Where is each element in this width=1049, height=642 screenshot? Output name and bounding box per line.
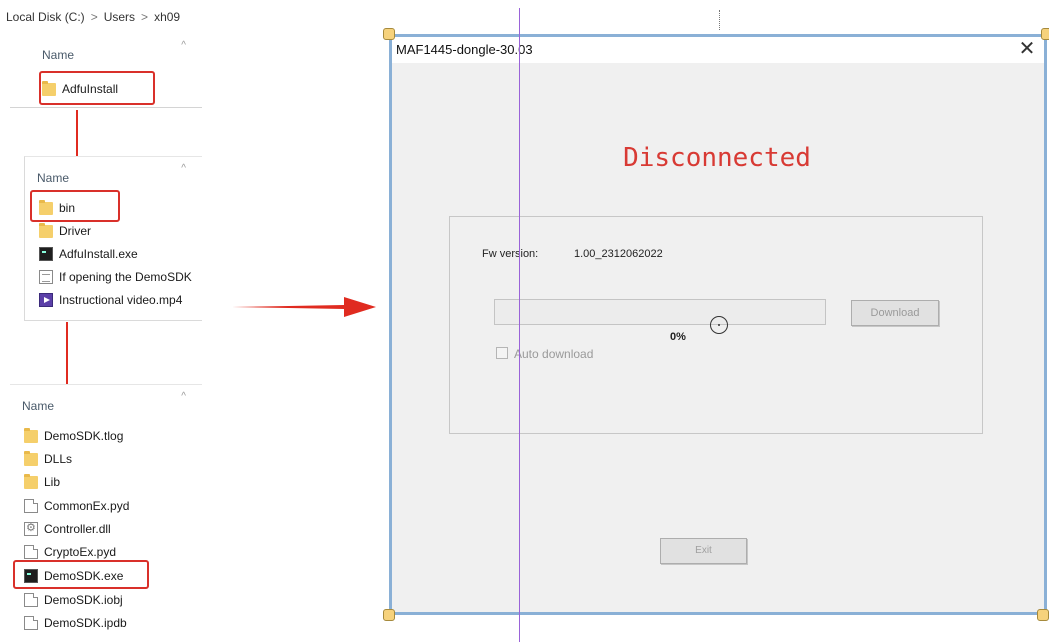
file-row-bin[interactable]: bin [39,197,75,219]
sort-ascending-icon: ^ [181,163,186,174]
folder-icon [39,199,53,215]
file-label: bin [59,201,76,215]
folder-icon [24,450,38,466]
file-label: Instructional video.mp4 [59,293,183,307]
breadcrumb-user[interactable]: xh09 [154,10,180,24]
file-row-commonex[interactable]: CommonEx.pyd [24,495,129,517]
download-progress-bar [494,299,826,325]
resize-handle-bottom-left[interactable] [383,609,395,621]
terminal-exe-icon [24,569,38,583]
dialog-titlebar[interactable]: MAF1445-dongle-30.03 ✕ [392,37,1044,63]
file-row-lib[interactable]: Lib [24,471,60,493]
breadcrumb-separator: > [90,10,98,24]
fw-version-label: Fw version: [482,248,539,260]
resize-handle-top-right[interactable] [1041,28,1049,40]
file-label: DLLs [44,452,73,466]
sort-ascending-icon: ^ [181,391,186,402]
auto-download-label[interactable]: Auto download [514,347,593,361]
file-label: Driver [59,224,91,238]
name-column-header[interactable]: Name ^ [10,34,202,62]
resize-handle-top-left[interactable] [383,28,395,40]
file-icon [24,616,38,630]
folder-icon [24,473,38,489]
file-label: AdfuInstall [62,82,119,96]
file-label: Lib [44,475,61,489]
snap-guide-dotted [719,10,720,30]
file-label: DemoSDK.exe [44,569,124,583]
text-file-icon [39,270,53,284]
file-row-driver[interactable]: Driver [39,220,91,242]
breadcrumb-users[interactable]: Users [104,10,135,24]
auto-download-checkbox[interactable] [496,347,508,359]
arrow-right-icon [232,297,376,317]
explorer-pane-root: Name ^ AdfuInstall [10,34,202,108]
dialog-title: MAF1445-dongle-30.03 [396,42,533,57]
file-row-adfuinstall[interactable]: AdfuInstall [42,78,118,100]
file-row-demosdk-iobj[interactable]: DemoSDK.iobj [24,589,123,611]
terminal-exe-icon [39,247,53,261]
file-row-controller-dll[interactable]: Controller.dll [24,518,111,540]
file-row-demosdk-exe[interactable]: DemoSDK.exe [24,565,123,587]
breadcrumb-separator: > [141,10,149,24]
dll-file-icon [24,521,38,536]
folder-icon [42,80,56,96]
mouse-cursor-icon [710,316,728,334]
folder-icon [39,222,53,238]
file-row-cryptoex[interactable]: CryptoEx.pyd [24,541,116,563]
file-row-demosdk-tlog[interactable]: DemoSDK.tlog [24,425,123,447]
sort-ascending-icon: ^ [181,40,186,51]
file-label: AdfuInstall.exe [59,247,138,261]
column-header-label: Name [37,171,70,185]
breadcrumb-drive[interactable]: Local Disk (C:) [6,10,85,24]
name-column-header[interactable]: Name ^ [25,157,202,185]
file-label: DemoSDK.iobj [44,593,123,607]
vertical-guide-line [519,8,520,642]
exit-button[interactable]: Exit [660,538,747,564]
resize-handle-bottom-right[interactable] [1037,609,1049,621]
file-icon [24,545,38,559]
column-header-label: Name [42,48,75,62]
close-icon[interactable]: ✕ [1014,37,1040,61]
download-button[interactable]: Download [851,300,939,326]
explorer-pane-bin: Name ^ DemoSDK.tlog DLLs Lib CommonEx.py… [10,384,202,640]
file-row-dlls[interactable]: DLLs [24,448,72,470]
file-label: DemoSDK.tlog [44,429,124,443]
file-row-video[interactable]: Instructional video.mp4 [39,289,182,311]
video-file-icon [39,293,53,307]
firmware-group: Fw version: 1.00_2312062022 0% Download … [449,216,983,434]
folder-icon [24,427,38,443]
arrow-line [76,110,78,158]
fw-version-value: 1.00_2312062022 [574,248,663,260]
progress-percent: 0% [670,331,686,343]
column-header-label: Name [22,399,55,413]
address-breadcrumb[interactable]: Local Disk (C:) > Users > xh09 [0,0,210,30]
file-row-demosdk-ipdb[interactable]: DemoSDK.ipdb [24,612,127,634]
file-icon [24,499,38,513]
explorer-pane-adfuinstall: Name ^ bin Driver AdfuInstall.exe If ope… [24,156,202,321]
file-icon [24,593,38,607]
arrow-right-shape [232,297,376,317]
file-label: CryptoEx.pyd [44,545,117,559]
file-label: If opening the DemoSDK [59,270,192,284]
name-column-header[interactable]: Name ^ [10,385,202,413]
file-label: Controller.dll [44,522,111,536]
file-row-readme[interactable]: If opening the DemoSDK [39,266,192,288]
flash-tool-dialog: MAF1445-dongle-30.03 ✕ Disconnected Fw v… [392,37,1044,612]
connection-status: Disconnected [623,143,811,173]
file-label: DemoSDK.ipdb [44,616,127,630]
file-row-adfuinstall-exe[interactable]: AdfuInstall.exe [39,243,138,265]
file-label: CommonEx.pyd [44,499,130,513]
